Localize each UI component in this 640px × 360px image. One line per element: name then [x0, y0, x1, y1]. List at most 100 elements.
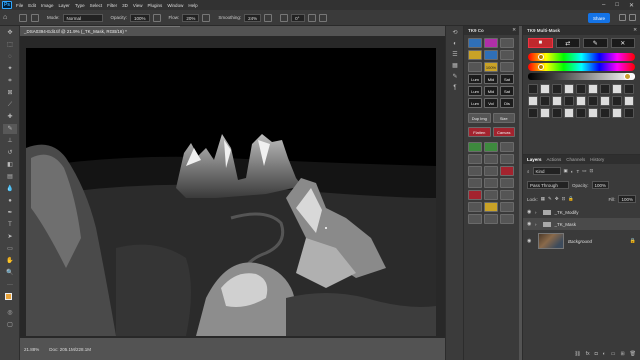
type-filter-icon[interactable]: T — [577, 169, 580, 174]
menu-type[interactable]: Type — [75, 3, 85, 8]
tk9-icon-btn[interactable] — [468, 142, 482, 152]
path-selection-icon[interactable]: ➤ — [3, 232, 17, 242]
link-layers-icon[interactable]: ⛓ — [574, 351, 580, 357]
size-button[interactable]: Size — [492, 113, 515, 123]
tk9-icon-btn[interactable] — [468, 166, 482, 176]
eye-icon[interactable]: ◉ — [527, 209, 535, 215]
eraser-icon[interactable]: ◧ — [3, 160, 17, 170]
libraries-panel-icon[interactable]: ▦ — [450, 62, 460, 70]
tab-layers[interactable]: Layers — [527, 157, 542, 162]
mode-select[interactable]: Normal — [62, 13, 103, 22]
tk9-btn-sat[interactable]: Sat — [500, 74, 514, 84]
more-tools-icon[interactable]: ··· — [3, 280, 17, 290]
tk9-btn-dis[interactable]: Dis — [500, 98, 514, 108]
adjustment-layer-icon[interactable]: ◐ — [603, 351, 606, 357]
angle-field[interactable]: 0° — [291, 13, 306, 22]
workspace-icon[interactable] — [629, 14, 636, 21]
mask-tool-icon[interactable] — [528, 84, 538, 94]
marquee-tool-icon[interactable]: ⬚ — [3, 40, 17, 50]
kind-filter-select[interactable]: Kind — [532, 167, 561, 175]
hand-tool-icon[interactable]: ✋ — [3, 256, 17, 266]
tk9-btn-mid[interactable]: Mid — [484, 86, 498, 96]
brush-preset-icon[interactable] — [19, 13, 27, 22]
tk9-icon-btn[interactable] — [484, 154, 498, 164]
tab-history[interactable]: History — [590, 157, 604, 162]
healing-brush-icon[interactable]: ✚ — [3, 112, 17, 122]
pressure-size-icon[interactable] — [308, 13, 317, 22]
tk9-btn[interactable] — [468, 62, 482, 72]
screen-mode-icon[interactable]: ▢ — [3, 320, 17, 330]
blend-mode-select[interactable]: Pass Through — [527, 181, 569, 189]
history-brush-icon[interactable]: ↺ — [3, 148, 17, 158]
flatten-button[interactable]: Flatten — [468, 127, 491, 137]
color-swatches-icon[interactable] — [3, 292, 17, 306]
mask-tool-icon[interactable] — [600, 84, 610, 94]
shape-tool-icon[interactable]: ▭ — [3, 244, 17, 254]
mask-tool-icon[interactable] — [528, 96, 538, 106]
mask-tool-icon[interactable] — [612, 84, 622, 94]
tk9-icon-btn[interactable] — [468, 178, 482, 188]
tk9-icon-btn[interactable] — [484, 178, 498, 188]
dup-img-button[interactable]: Dup Img — [468, 113, 491, 123]
tk9-btn[interactable] — [500, 38, 514, 48]
mask-tool-icon[interactable] — [564, 96, 574, 106]
menu-window[interactable]: Window — [167, 3, 183, 8]
pen-tool-icon[interactable]: ✒ — [3, 208, 17, 218]
zoom-level[interactable]: 21.88% — [24, 347, 39, 352]
tk9-icon-btn[interactable] — [468, 190, 482, 200]
mask-tool-icon[interactable] — [624, 108, 634, 118]
tk9-btn[interactable] — [500, 62, 514, 72]
crop-tool-icon[interactable]: ⌗ — [3, 76, 17, 86]
eye-icon[interactable]: ◉ — [527, 238, 535, 244]
tk9-btn-lum[interactable]: Lum — [468, 98, 482, 108]
layer-row[interactable]: ◉ › _TK_Modify — [523, 206, 640, 218]
dodge-tool-icon[interactable]: ● — [3, 196, 17, 206]
tk9-icon-btn[interactable] — [484, 142, 498, 152]
add-mask-icon[interactable]: ◘ — [595, 351, 598, 357]
mask-tool-icon[interactable] — [552, 84, 562, 94]
menu-filter[interactable]: Filter — [107, 3, 117, 8]
paragraph-panel-icon[interactable]: ¶ — [450, 84, 460, 92]
lock-all-icon[interactable]: 🔒 — [568, 196, 574, 202]
adjustment-filter-icon[interactable]: ◐ — [571, 169, 574, 174]
brush-settings-icon[interactable] — [31, 13, 39, 22]
mask-tool-icon[interactable] — [552, 108, 562, 118]
mask-tool-icon[interactable] — [588, 108, 598, 118]
quick-mask-icon[interactable]: ◎ — [3, 308, 17, 318]
menu-select[interactable]: Select — [90, 3, 103, 8]
clone-stamp-icon[interactable]: ⊥ — [3, 136, 17, 146]
move-tool-icon[interactable]: ✥ — [3, 28, 17, 38]
mask-tool-icon[interactable] — [624, 96, 634, 106]
hue-handle[interactable] — [538, 54, 544, 60]
mask-tool-icon[interactable] — [588, 84, 598, 94]
tk9-btn[interactable] — [484, 38, 498, 48]
eyedropper-icon[interactable]: ⟋ — [3, 100, 17, 110]
tk9-icon-btn[interactable] — [484, 166, 498, 176]
home-icon[interactable]: ⌂ — [3, 14, 13, 21]
mask-tool-icon[interactable] — [540, 84, 550, 94]
mask-tool-icon[interactable] — [576, 96, 586, 106]
eye-icon[interactable]: ◉ — [527, 221, 535, 227]
mask-tool-icon[interactable] — [552, 96, 562, 106]
opacity-field[interactable]: 100% — [591, 181, 610, 189]
tab-actions[interactable]: Actions — [547, 157, 562, 162]
tk9-icon-btn[interactable] — [484, 214, 498, 224]
smoothing-settings-icon[interactable] — [264, 13, 273, 22]
mask-tool-icon[interactable] — [612, 96, 622, 106]
mask-tool-icon[interactable] — [540, 108, 550, 118]
layer-row[interactable]: ◉ Background 🔒 — [523, 230, 640, 252]
close-icon[interactable]: ✕ — [629, 2, 634, 9]
smoothing-field[interactable]: 24% — [244, 13, 262, 22]
lock-paint-icon[interactable]: ✎ — [548, 196, 552, 202]
tk9-icon-btn[interactable] — [500, 166, 514, 176]
hue-slider[interactable] — [528, 53, 635, 61]
tk9-icon-btn[interactable] — [500, 190, 514, 200]
symmetry-icon[interactable] — [319, 13, 328, 22]
chevron-right-icon[interactable]: › — [535, 210, 537, 215]
mask-color-button[interactable]: ■ — [528, 38, 553, 48]
lock-move-icon[interactable]: ✥ — [555, 196, 559, 202]
menu-3d[interactable]: 3D — [122, 3, 128, 8]
airbrush-icon[interactable] — [202, 13, 211, 22]
search-icon[interactable] — [619, 14, 626, 21]
mask-tool-icon[interactable] — [588, 96, 598, 106]
